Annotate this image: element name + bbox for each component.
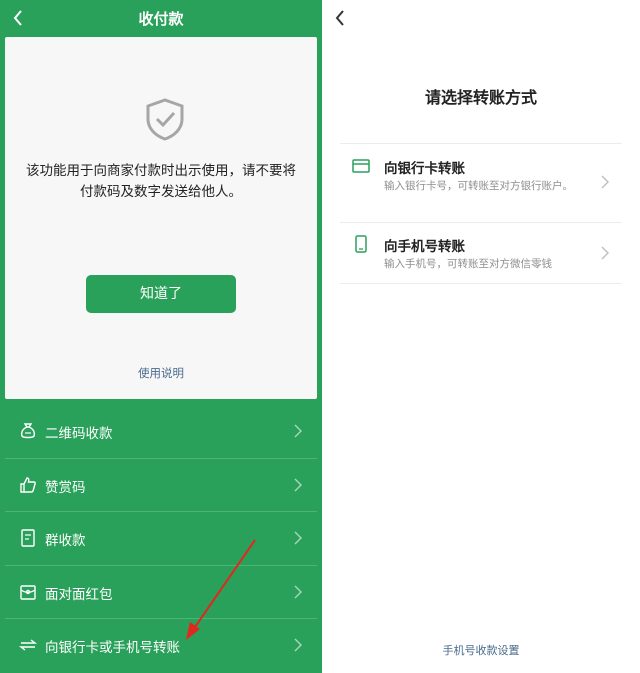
- menu-item-appreciation-code[interactable]: 赞赏码: [5, 459, 317, 512]
- payment-menu: 二维码收款 赞赏码 群收款 面对面红包 向银行卡或手机号转账: [5, 405, 317, 673]
- right-screen: 请选择转账方式 向银行卡转账 输入银行卡号，可转账至对方银行账户。 向手机号转账…: [322, 0, 640, 673]
- chevron-right-icon: [294, 638, 302, 652]
- option-description: 输入手机号，可转账至对方微信零钱: [384, 258, 552, 270]
- chevron-right-icon: [601, 175, 609, 189]
- chevron-right-icon: [294, 478, 302, 491]
- red-packet-icon: [20, 584, 36, 600]
- divider: [340, 283, 622, 284]
- menu-item-face-to-face-red-packet[interactable]: 面对面红包: [5, 566, 317, 619]
- shield-check-icon: [146, 98, 184, 141]
- chevron-right-icon: [601, 246, 609, 260]
- option-title: 向银行卡转账: [384, 161, 465, 177]
- group-bill-icon: [21, 529, 35, 547]
- back-arrow-icon[interactable]: [328, 6, 352, 30]
- menu-item-group-collection[interactable]: 群收款: [5, 512, 317, 566]
- chevron-right-icon: [294, 585, 302, 598]
- got-it-button[interactable]: 知道了: [86, 275, 236, 313]
- thumbs-up-icon: [20, 476, 36, 493]
- menu-item-label: 二维码收款: [45, 426, 113, 442]
- left-screen: 收付款 该功能用于向商家付款时出示使用，请不要将付款码及数字发送给他人。 知道了…: [0, 0, 322, 673]
- chevron-right-icon: [294, 531, 302, 545]
- security-notice: 该功能用于向商家付款时出示使用，请不要将付款码及数字发送给他人。: [26, 163, 296, 200]
- menu-item-label: 面对面红包: [45, 586, 113, 603]
- mobile-phone-icon: [355, 235, 367, 253]
- usage-instructions-link[interactable]: 使用说明: [5, 365, 317, 381]
- chevron-right-icon: [294, 424, 302, 438]
- page-title: 收付款: [138, 10, 184, 28]
- menu-item-label: 向银行卡或手机号转账: [45, 640, 180, 656]
- menu-item-qr-receive[interactable]: 二维码收款: [5, 405, 317, 459]
- phone-receive-settings-link[interactable]: 手机号收款设置: [322, 642, 640, 658]
- option-description: 输入银行卡号，可转账至对方银行账户。: [384, 180, 573, 192]
- bank-card-icon: [352, 159, 370, 173]
- menu-item-transfer-to-bank-or-phone[interactable]: 向银行卡或手机号转账: [5, 619, 317, 673]
- page-title: 请选择转账方式: [424, 88, 537, 107]
- money-bag-icon: [20, 423, 36, 439]
- notice-card: 该功能用于向商家付款时出示使用，请不要将付款码及数字发送给他人。 知道了 使用说…: [5, 37, 317, 399]
- menu-item-label: 群收款: [45, 533, 86, 549]
- option-bank-card-transfer[interactable]: 向银行卡转账 输入银行卡号，可转账至对方银行账户。: [340, 143, 622, 222]
- transfer-arrows-icon: [18, 639, 38, 651]
- top-bar: 收付款: [0, 0, 322, 37]
- option-title: 向手机号转账: [384, 239, 465, 255]
- option-phone-transfer[interactable]: 向手机号转账 输入手机号，可转账至对方微信零钱: [340, 222, 622, 283]
- menu-item-label: 赞赏码: [45, 479, 86, 496]
